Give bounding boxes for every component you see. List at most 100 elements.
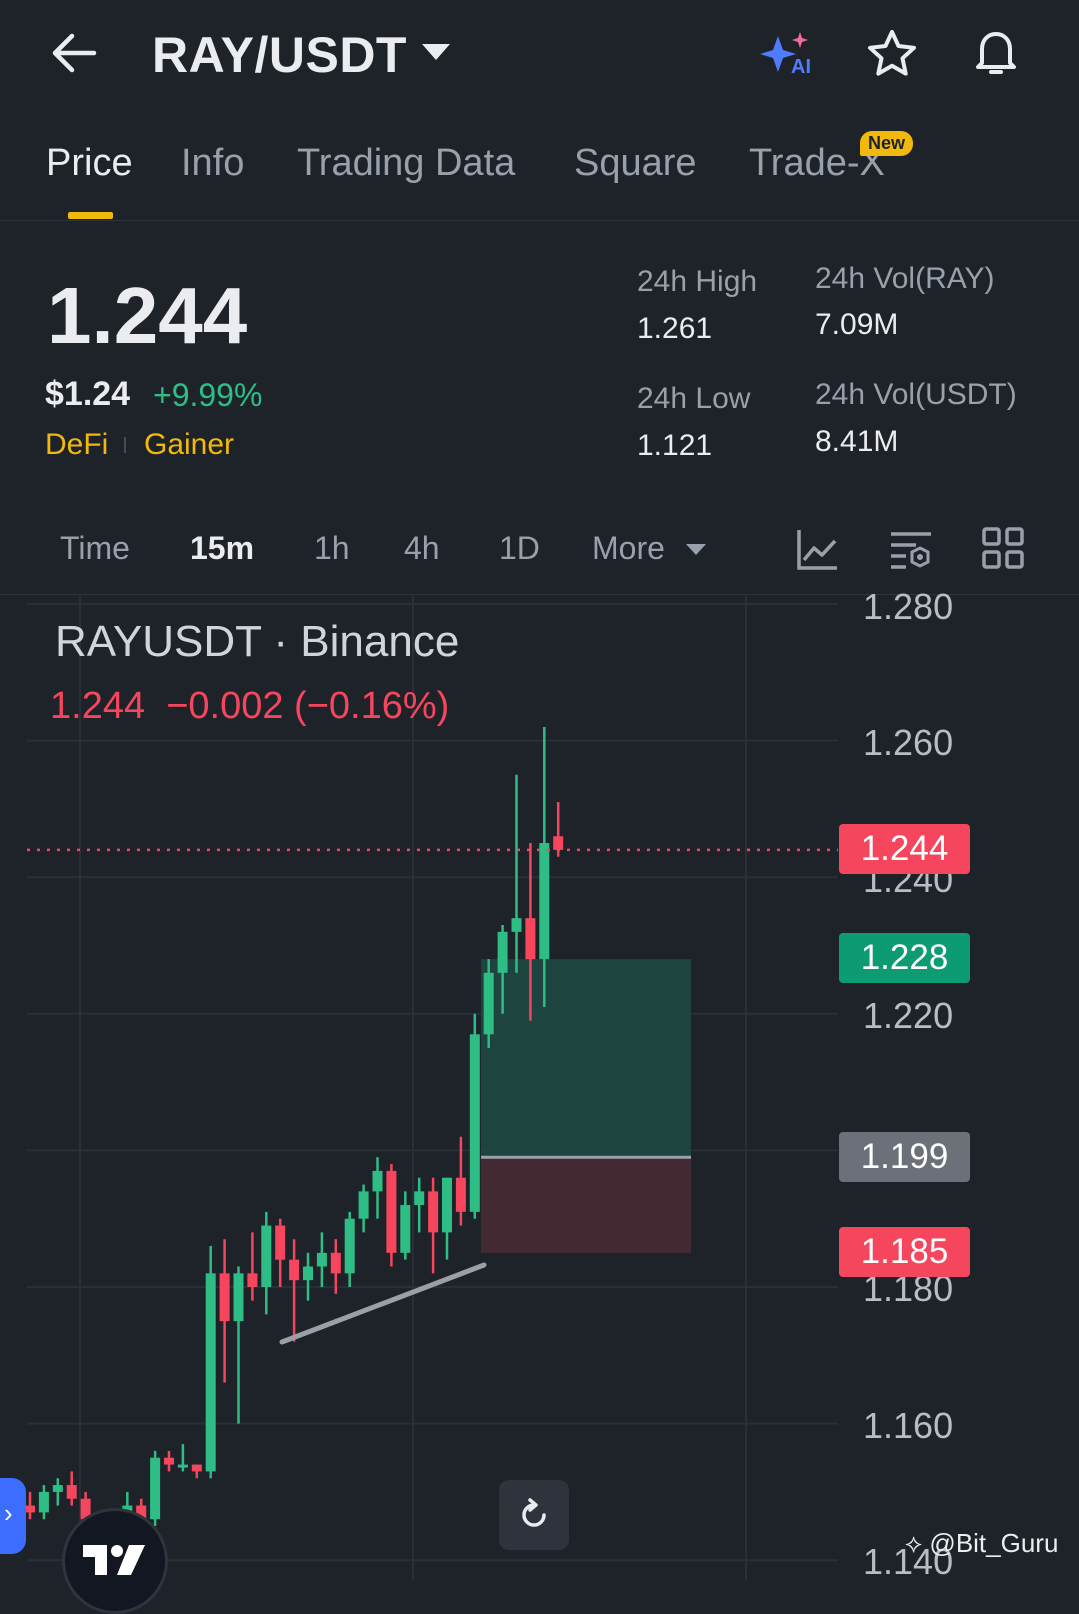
low-value: 1.121	[637, 429, 713, 462]
loss-zone	[481, 1157, 691, 1253]
candle-body	[289, 1259, 300, 1281]
back-arrow-icon[interactable]	[50, 30, 100, 76]
candle	[358, 1184, 369, 1233]
candle-body	[177, 1464, 188, 1468]
candle-body	[38, 1491, 49, 1513]
tab-divider	[0, 220, 1079, 221]
watermark-text: @Bit_Guru	[929, 1528, 1059, 1558]
candle	[400, 1191, 411, 1260]
candle	[344, 1211, 355, 1287]
tradingview-logo-icon	[83, 1545, 145, 1575]
candle	[553, 802, 564, 857]
interval-1h[interactable]: 1h	[314, 530, 350, 567]
pair-dropdown-icon[interactable]	[422, 44, 450, 60]
tag-defi[interactable]: DeFi	[45, 428, 108, 462]
candle-body	[358, 1191, 369, 1219]
reset-chart-button[interactable]	[499, 1480, 569, 1550]
watermark: ⟡ @Bit_Guru	[905, 1528, 1058, 1560]
chart-ohlc: 1.244 −0.002 (−0.16%)	[50, 685, 449, 728]
high-value: 1.261	[637, 312, 713, 345]
side-panel-handle[interactable]: ›	[0, 1478, 26, 1554]
axis-label-1260: 1.260	[863, 722, 954, 763]
layout-grid-icon[interactable]	[981, 526, 1025, 570]
vol-base-value: 7.09M	[815, 308, 899, 341]
candle	[164, 1450, 174, 1472]
candle-body	[400, 1205, 411, 1253]
candle	[261, 1211, 272, 1315]
tab-square[interactable]: Square	[574, 142, 697, 185]
candle-body	[247, 1273, 258, 1287]
top-bar: RAY/USDT AI	[0, 0, 1079, 115]
interval-more[interactable]: More	[592, 530, 665, 567]
candle-body	[52, 1485, 63, 1492]
favorite-star-icon[interactable]	[865, 28, 919, 80]
tag-gainer[interactable]: Gainer	[144, 428, 234, 462]
candle-body	[553, 836, 564, 850]
interval-4h[interactable]: 4h	[404, 530, 440, 567]
tab-trading-data[interactable]: Trading Data	[297, 142, 515, 185]
vol-quote-label: 24h Vol(USDT)	[815, 378, 1017, 411]
active-tab-indicator	[68, 212, 113, 219]
usd-price: $1.24	[45, 375, 131, 413]
ai-label: AI	[791, 56, 811, 78]
candle	[205, 1246, 216, 1479]
candle	[386, 1164, 397, 1267]
candle	[150, 1450, 161, 1527]
axis-label-1160: 1.160	[863, 1405, 954, 1446]
profit-zone	[481, 959, 691, 1158]
candle-body	[164, 1457, 174, 1465]
more-dropdown-icon[interactable]	[686, 544, 706, 555]
candle	[316, 1232, 327, 1287]
candle-body	[539, 843, 550, 960]
low-label: 24h Low	[637, 382, 751, 415]
candle	[38, 1485, 49, 1520]
notification-bell-icon[interactable]	[968, 25, 1024, 81]
chevron-right-icon: ›	[4, 1498, 13, 1528]
refresh-icon	[522, 1498, 546, 1527]
take-profit-tag: 1.228	[839, 933, 970, 983]
candle	[469, 1013, 480, 1219]
candle	[25, 1491, 35, 1520]
candle-body	[261, 1225, 272, 1287]
candle	[442, 1177, 452, 1260]
position-overlay	[481, 959, 691, 1253]
candle-body	[497, 931, 508, 973]
chart-ohlc-change: −0.002 (−0.16%)	[166, 685, 450, 727]
vol-quote-value: 8.41M	[815, 425, 899, 458]
candle-body	[205, 1273, 216, 1472]
high-label: 24h High	[637, 265, 758, 298]
candle-body	[330, 1252, 341, 1274]
candle-body	[303, 1266, 313, 1281]
candle	[414, 1177, 425, 1233]
candle-body	[483, 972, 494, 1035]
candle	[428, 1177, 439, 1274]
candle	[219, 1239, 230, 1383]
candle	[372, 1157, 383, 1219]
pair-title[interactable]: RAY/USDT	[152, 26, 407, 84]
stop-loss-tag: 1.185	[839, 1227, 970, 1277]
candle	[191, 1464, 202, 1479]
indicator-chart-icon[interactable]	[795, 526, 841, 572]
candle	[233, 1266, 244, 1424]
candle-body	[469, 1034, 480, 1212]
tab-price[interactable]: Price	[46, 142, 133, 185]
change-percent: +9.99%	[153, 377, 263, 413]
candle	[177, 1444, 188, 1472]
last-price-tag: 1.244	[839, 824, 970, 874]
candle-body	[511, 918, 522, 932]
candle-body	[344, 1218, 355, 1274]
axis-label-1220: 1.220	[863, 995, 954, 1036]
axis-label-1280: 1.280	[863, 586, 954, 627]
candle	[511, 774, 522, 973]
tab-info[interactable]: Info	[181, 142, 244, 185]
chart-settings-icon[interactable]	[888, 526, 934, 572]
candle-body	[275, 1225, 286, 1260]
interval-1d[interactable]: 1D	[499, 530, 540, 567]
interval-time[interactable]: Time	[60, 530, 130, 567]
last-price: 1.244	[47, 271, 248, 360]
ai-assistant-button[interactable]: AI	[758, 28, 818, 80]
tradingview-logo	[62, 1508, 168, 1614]
interval-15m[interactable]: 15m	[190, 530, 254, 567]
candle-body	[66, 1485, 77, 1499]
candle	[52, 1478, 63, 1506]
